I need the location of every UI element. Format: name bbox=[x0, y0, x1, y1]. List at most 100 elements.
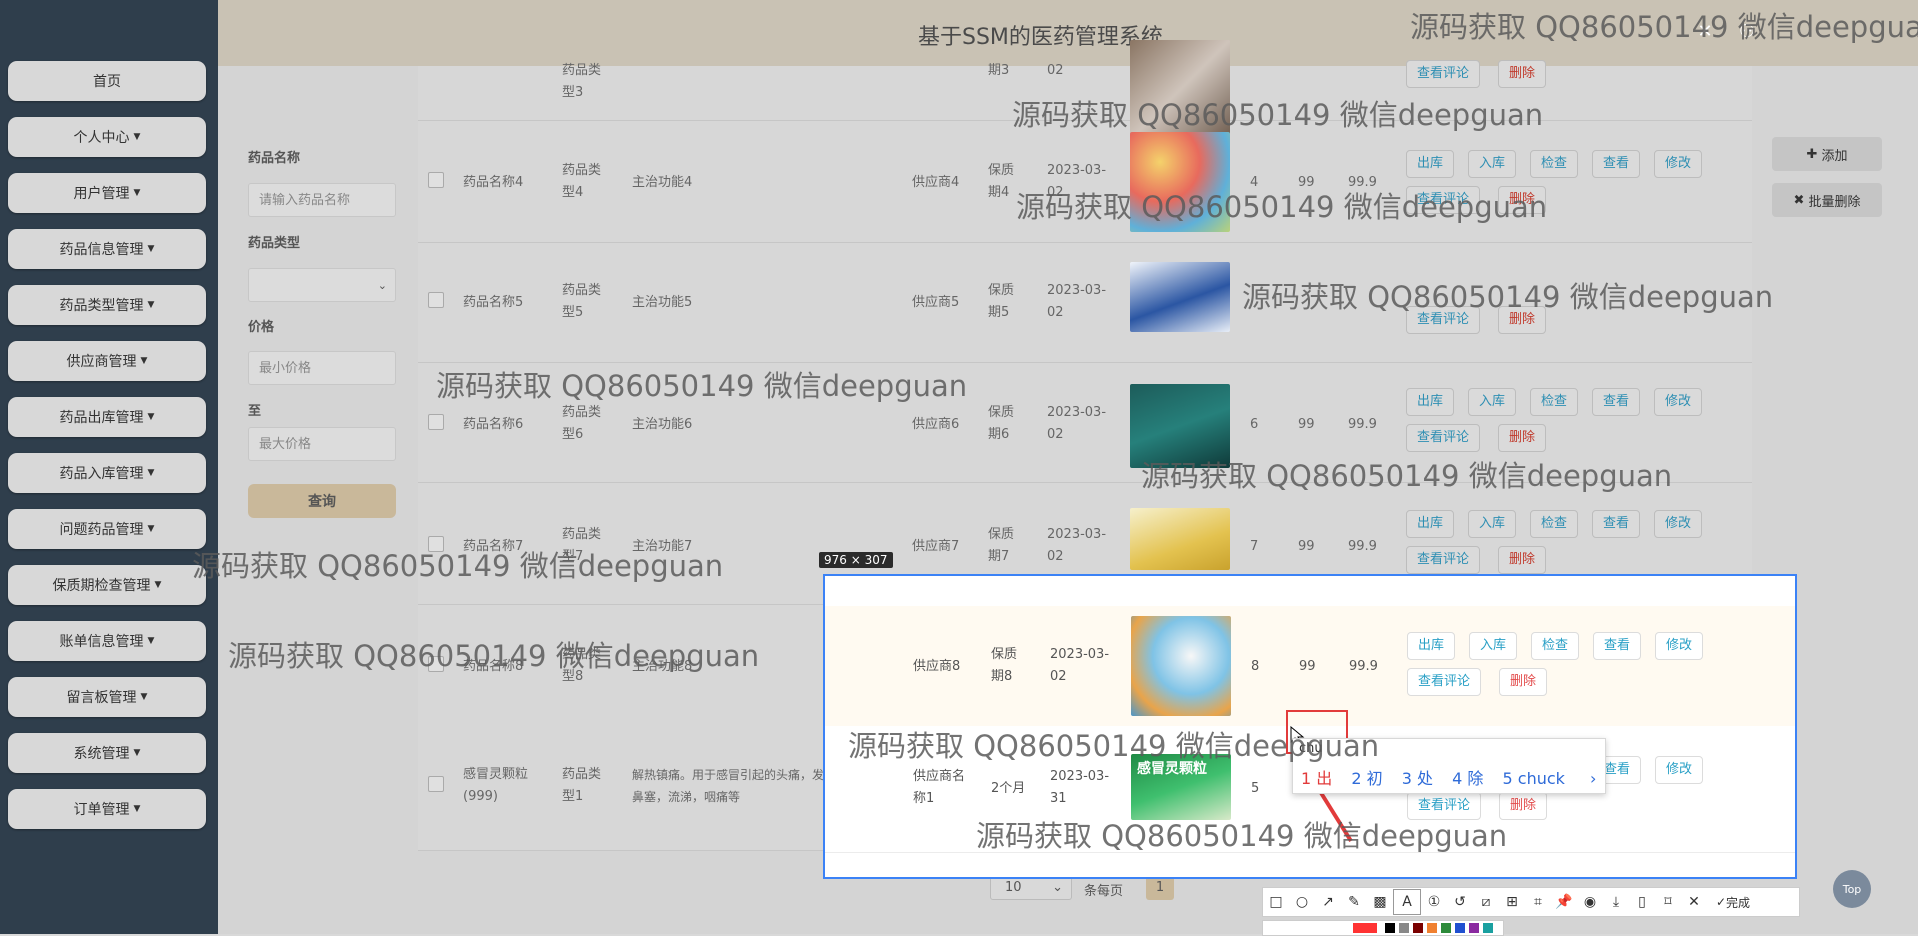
color-swatch[interactable] bbox=[1413, 923, 1423, 933]
edit-button[interactable]: 修改 bbox=[1655, 756, 1704, 784]
edit-button[interactable]: 修改 bbox=[1655, 632, 1704, 660]
mosaic-tool-icon[interactable]: ▩ bbox=[1367, 890, 1393, 914]
comments-button[interactable]: 查看评论 bbox=[1406, 60, 1481, 88]
row-checkbox[interactable] bbox=[428, 776, 444, 792]
sidebar-item-drug-type[interactable]: 药品类型管理 ▼ bbox=[8, 285, 206, 325]
bookmark-icon[interactable]: ⌑ bbox=[1655, 890, 1681, 914]
row-checkbox[interactable] bbox=[428, 292, 444, 308]
close-icon[interactable]: ✕ bbox=[1681, 890, 1707, 914]
comments-button[interactable]: 查看评论 bbox=[1406, 424, 1481, 452]
stock-in-button[interactable]: 入库 bbox=[1468, 510, 1517, 538]
chevron-down-icon: ⌄ bbox=[1052, 880, 1063, 895]
color-swatch[interactable] bbox=[1385, 923, 1395, 933]
color-swatch[interactable] bbox=[1469, 923, 1479, 933]
add-button[interactable]: ✚ 添加 bbox=[1772, 137, 1882, 171]
view-button[interactable]: 查看 bbox=[1592, 388, 1641, 416]
sidebar-item-bills[interactable]: 账单信息管理 ▼ bbox=[8, 621, 206, 661]
type-select[interactable]: ⌄ bbox=[248, 268, 396, 302]
query-button[interactable]: 查询 bbox=[248, 484, 396, 518]
sidebar-item-drug-in[interactable]: 药品入库管理 ▼ bbox=[8, 453, 206, 493]
x-icon: ✖ bbox=[1793, 192, 1805, 208]
scan-icon[interactable]: ⌗ bbox=[1525, 890, 1551, 914]
record-icon[interactable]: ◉ bbox=[1577, 890, 1603, 914]
edit-button[interactable]: 修改 bbox=[1654, 388, 1703, 416]
stock-out-button[interactable]: 出库 bbox=[1407, 632, 1456, 660]
sidebar-item-drug-info[interactable]: 药品信息管理 ▼ bbox=[8, 229, 206, 269]
color-swatch[interactable] bbox=[1483, 923, 1493, 933]
page-size-select[interactable]: 10 ⌄ bbox=[990, 876, 1072, 900]
pin-icon[interactable]: 📌 bbox=[1551, 890, 1577, 914]
watermark-text: 源码获取 QQ86050149 微信deepguan bbox=[848, 729, 1380, 763]
comments-button[interactable]: 查看评论 bbox=[1406, 546, 1481, 574]
sidebar-item-drug-out[interactable]: 药品出库管理 ▼ bbox=[8, 397, 206, 437]
row-checkbox[interactable] bbox=[428, 172, 444, 188]
download-icon[interactable]: ⤓ bbox=[1603, 890, 1629, 914]
ime-candidate[interactable]: 3 处 bbox=[1402, 769, 1433, 788]
watermark-text: 源码获取 QQ86050149 微信deepguan bbox=[1016, 190, 1548, 224]
row-checkbox[interactable] bbox=[428, 414, 444, 430]
sidebar-item-orders[interactable]: 订单管理 ▼ bbox=[8, 789, 206, 829]
sidebar-item-home[interactable]: 首页 bbox=[8, 61, 206, 101]
max-price-input[interactable]: 最大价格 bbox=[248, 427, 396, 461]
done-button[interactable]: ✓ 完成 bbox=[1707, 890, 1759, 914]
caret-down-icon: ▼ bbox=[147, 412, 155, 422]
sidebar-item-supplier[interactable]: 供应商管理 ▼ bbox=[8, 341, 206, 381]
stock-in-button[interactable]: 入库 bbox=[1469, 632, 1518, 660]
check-button[interactable]: 检查 bbox=[1530, 510, 1579, 538]
watermark-text: 源码获取 QQ86050149 微信deepguan bbox=[1012, 98, 1544, 132]
color-swatch[interactable] bbox=[1427, 923, 1437, 933]
stock-in-button[interactable]: 入库 bbox=[1468, 388, 1517, 416]
rectangle-tool-icon[interactable]: □ bbox=[1263, 890, 1289, 914]
view-button[interactable]: 查看 bbox=[1592, 150, 1641, 178]
ocr-icon[interactable]: ⊞ bbox=[1499, 890, 1525, 914]
ime-candidate[interactable]: 1 出 bbox=[1301, 769, 1332, 788]
delete-button[interactable]: 删除 bbox=[1498, 424, 1547, 452]
stock-out-button[interactable]: 出库 bbox=[1406, 388, 1455, 416]
ime-candidate[interactable]: 5 chuck bbox=[1503, 769, 1565, 788]
stock-out-button[interactable]: 出库 bbox=[1406, 150, 1455, 178]
name-search-input[interactable]: 请输入药品名称 bbox=[248, 183, 396, 217]
comments-button[interactable]: 查看评论 bbox=[1407, 668, 1482, 696]
sidebar-item-expiry-check[interactable]: 保质期检查管理 ▼ bbox=[8, 565, 206, 605]
back-to-top-button[interactable]: Top bbox=[1833, 870, 1871, 908]
check-button[interactable]: 检查 bbox=[1530, 388, 1579, 416]
ime-candidate[interactable]: 4 除 bbox=[1452, 769, 1483, 788]
text-tool-icon[interactable]: A bbox=[1393, 889, 1421, 915]
stock-in-button[interactable]: 入库 bbox=[1468, 150, 1517, 178]
delete-button[interactable]: 删除 bbox=[1498, 546, 1547, 574]
delete-button[interactable]: 删除 bbox=[1498, 60, 1547, 88]
sidebar-item-messages[interactable]: 留言板管理 ▼ bbox=[8, 677, 206, 717]
chevron-right-icon[interactable]: › bbox=[1590, 769, 1596, 788]
color-swatch[interactable] bbox=[1441, 923, 1451, 933]
table-row: 供应商8 保质 期8 2023-03- 02 8 99 99.9 出库 入库 检… bbox=[825, 606, 1795, 727]
edit-button[interactable]: 修改 bbox=[1654, 510, 1703, 538]
pen-tool-icon[interactable]: ✎ bbox=[1341, 890, 1367, 914]
check-button[interactable]: 检查 bbox=[1530, 150, 1579, 178]
arrow-tool-icon[interactable]: ↗ bbox=[1315, 890, 1341, 914]
check-button[interactable]: 检查 bbox=[1531, 632, 1580, 660]
color-swatch[interactable] bbox=[1455, 923, 1465, 933]
watermark-text: 源码获取 QQ86050149 微信deepguan bbox=[1410, 10, 1918, 44]
sidebar-item-profile[interactable]: 个人中心 ▼ bbox=[8, 117, 206, 157]
stock-out-button[interactable]: 出库 bbox=[1406, 510, 1455, 538]
color-swatch[interactable] bbox=[1353, 923, 1377, 933]
check-icon: ✓ bbox=[1715, 895, 1727, 909]
view-button[interactable]: 查看 bbox=[1593, 632, 1642, 660]
ellipse-tool-icon[interactable]: ○ bbox=[1289, 890, 1315, 914]
min-price-input[interactable]: 最小价格 bbox=[248, 351, 396, 385]
undo-icon[interactable]: ↺ bbox=[1447, 890, 1473, 914]
page-current[interactable]: 1 bbox=[1146, 876, 1174, 900]
sidebar-item-users[interactable]: 用户管理 ▼ bbox=[8, 173, 206, 213]
number-tool-icon[interactable]: ① bbox=[1421, 890, 1447, 914]
crop-icon[interactable]: ⧄ bbox=[1473, 890, 1499, 914]
ime-candidate[interactable]: 2 初 bbox=[1351, 769, 1382, 788]
sidebar-item-system[interactable]: 系统管理 ▼ bbox=[8, 733, 206, 773]
color-swatch[interactable] bbox=[1399, 923, 1409, 933]
edit-button[interactable]: 修改 bbox=[1654, 150, 1703, 178]
view-button[interactable]: 查看 bbox=[1592, 510, 1641, 538]
watermark-text: 源码获取 QQ86050149 微信deepguan bbox=[976, 819, 1508, 853]
batch-delete-button[interactable]: ✖ 批量删除 bbox=[1772, 183, 1882, 217]
phone-icon[interactable]: ▯ bbox=[1629, 890, 1655, 914]
sidebar-item-problem-drug[interactable]: 问题药品管理 ▼ bbox=[8, 509, 206, 549]
delete-button[interactable]: 删除 bbox=[1499, 668, 1548, 696]
